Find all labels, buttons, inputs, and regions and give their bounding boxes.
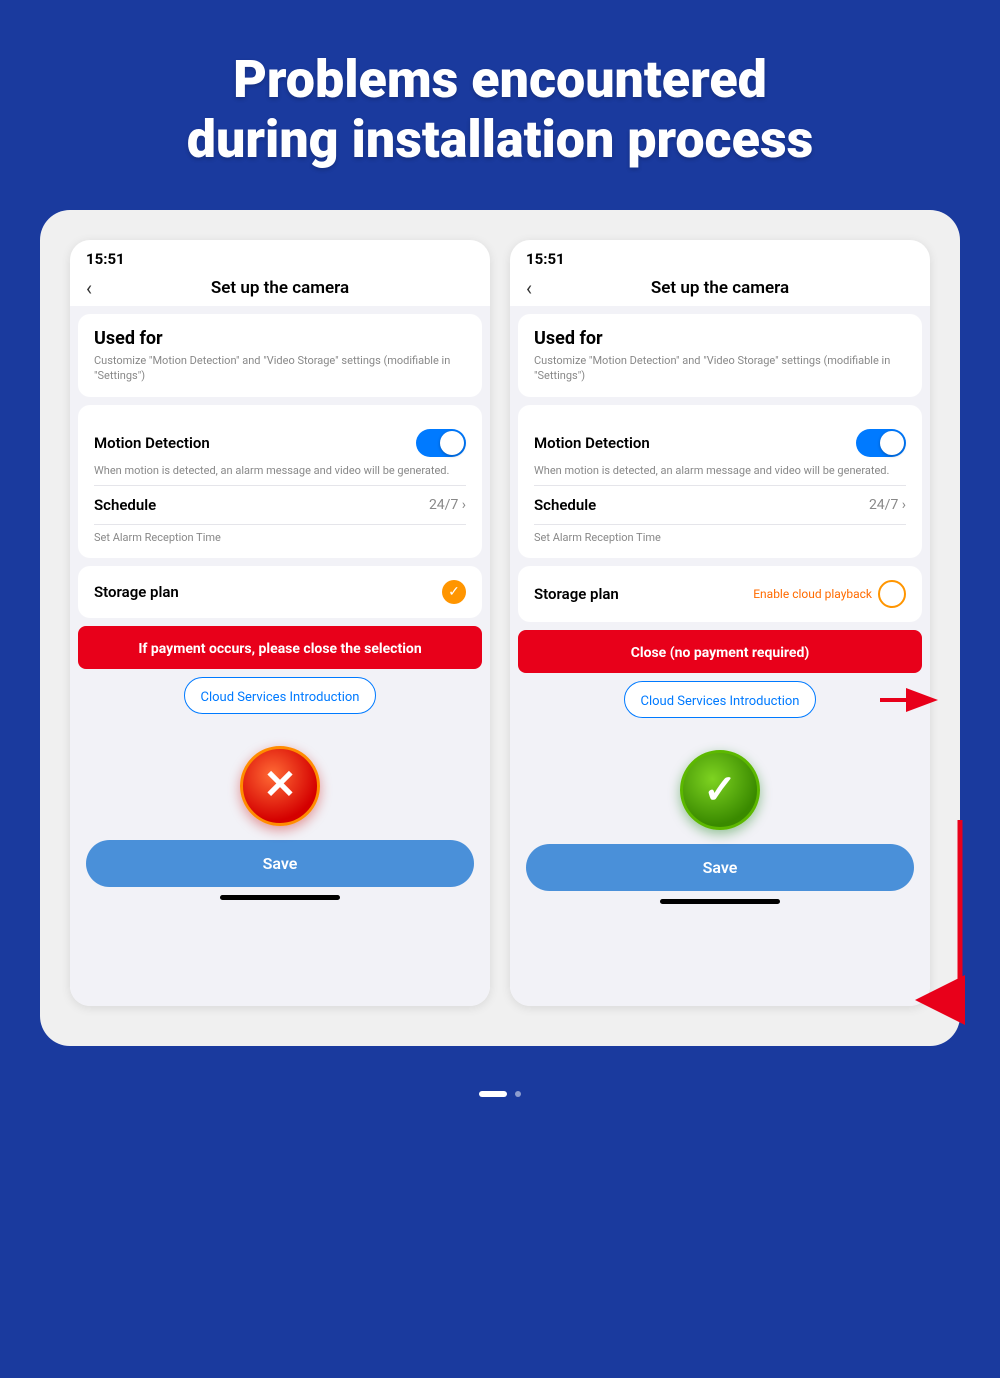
left-schedule-value: 24/7 › bbox=[429, 497, 466, 513]
right-nav-title: Set up the camera bbox=[651, 278, 789, 298]
right-cloud-intro-text: Cloud Services Introduction bbox=[641, 694, 800, 709]
right-motion-card: Motion Detection When motion is detected… bbox=[518, 405, 922, 557]
left-storage-card: Storage plan ✓ bbox=[78, 566, 482, 618]
main-title: Problems encountered during installation… bbox=[60, 50, 940, 170]
left-motion-toggle[interactable] bbox=[416, 429, 466, 457]
right-red-banner[interactable]: Close (no payment required) bbox=[518, 630, 922, 673]
left-error-icon: ✕ bbox=[240, 746, 320, 826]
right-motion-desc: When motion is detected, an alarm messag… bbox=[534, 463, 906, 484]
left-status-bar: 15:51 bbox=[70, 240, 490, 272]
arrow-to-storage bbox=[880, 680, 940, 720]
right-used-for-card: Used for Customize "Motion Detection" an… bbox=[518, 314, 922, 398]
left-cloud-intro-text: Cloud Services Introduction bbox=[201, 690, 360, 705]
nav-dot-active bbox=[479, 1091, 507, 1097]
left-storage-row: Storage plan ✓ bbox=[94, 580, 466, 604]
left-nav-bar: ‹ Set up the camera bbox=[70, 272, 490, 306]
left-schedule-label: Schedule bbox=[94, 496, 156, 514]
right-used-for-title: Used for bbox=[534, 328, 906, 349]
left-used-for-title: Used for bbox=[94, 328, 466, 349]
right-enable-cloud-text: Enable cloud playback bbox=[753, 587, 872, 601]
left-storage-label: Storage plan bbox=[94, 583, 179, 601]
bottom-nav-dots bbox=[479, 1076, 521, 1107]
left-red-banner[interactable]: If payment occurs, please close the sele… bbox=[78, 626, 482, 669]
right-storage-row: Storage plan Enable cloud playback bbox=[534, 580, 906, 608]
right-status-bar: 15:51 bbox=[510, 240, 930, 272]
left-motion-label: Motion Detection bbox=[94, 434, 210, 452]
right-used-for-subtitle: Customize "Motion Detection" and "Video … bbox=[534, 353, 906, 384]
left-cloud-intro-btn[interactable]: Cloud Services Introduction bbox=[184, 677, 377, 714]
right-storage-label: Storage plan bbox=[534, 585, 619, 603]
left-alarm-label: Set Alarm Reception Time bbox=[94, 525, 466, 544]
main-card: 15:51 ‹ Set up the camera Used for Custo… bbox=[40, 210, 960, 1046]
right-storage-toggle[interactable] bbox=[878, 580, 906, 608]
right-storage-card: Storage plan Enable cloud playback bbox=[518, 566, 922, 622]
right-motion-label: Motion Detection bbox=[534, 434, 650, 452]
right-schedule-label: Schedule bbox=[534, 496, 596, 514]
left-error-x: ✕ bbox=[263, 765, 297, 805]
left-storage-check: ✓ bbox=[442, 580, 466, 604]
right-toggle-knob bbox=[880, 431, 904, 455]
right-home-indicator bbox=[660, 899, 780, 904]
arrow-to-save bbox=[910, 820, 1000, 1040]
right-save-button[interactable]: Save bbox=[526, 844, 914, 891]
left-motion-desc: When motion is detected, an alarm messag… bbox=[94, 463, 466, 484]
right-alarm-label: Set Alarm Reception Time bbox=[534, 525, 906, 544]
right-save-btn-text: Save bbox=[703, 858, 738, 877]
right-back-arrow[interactable]: ‹ bbox=[526, 276, 532, 300]
left-back-arrow[interactable]: ‹ bbox=[86, 276, 92, 300]
left-schedule-row[interactable]: Schedule 24/7 › bbox=[94, 486, 466, 524]
left-icon-section: ✕ bbox=[78, 726, 482, 836]
left-used-for-card: Used for Customize "Motion Detection" an… bbox=[78, 314, 482, 398]
left-toggle-knob bbox=[440, 431, 464, 455]
header-section: Problems encountered during installation… bbox=[0, 0, 1000, 210]
right-icon-section: ✓ bbox=[518, 730, 922, 840]
left-motion-card: Motion Detection When motion is detected… bbox=[78, 405, 482, 557]
left-phone-content: Used for Customize "Motion Detection" an… bbox=[70, 306, 490, 1006]
right-motion-toggle[interactable] bbox=[856, 429, 906, 457]
right-phone-screen: 15:51 ‹ Set up the camera Used for Custo… bbox=[510, 240, 930, 1006]
right-phone-wrapper: 15:51 ‹ Set up the camera Used for Custo… bbox=[510, 240, 930, 1006]
right-success-icon: ✓ bbox=[680, 750, 760, 830]
left-phone-screen: 15:51 ‹ Set up the camera Used for Custo… bbox=[70, 240, 490, 1006]
right-motion-row: Motion Detection bbox=[534, 419, 906, 463]
left-motion-row: Motion Detection bbox=[94, 419, 466, 463]
nav-dot-inactive bbox=[515, 1091, 521, 1097]
left-used-for-subtitle: Customize "Motion Detection" and "Video … bbox=[94, 353, 466, 384]
right-phone-content: Used for Customize "Motion Detection" an… bbox=[510, 306, 930, 1006]
right-nav-bar: ‹ Set up the camera bbox=[510, 272, 930, 306]
left-home-indicator bbox=[220, 895, 340, 900]
right-schedule-row[interactable]: Schedule 24/7 › bbox=[534, 486, 906, 524]
right-red-banner-text: Close (no payment required) bbox=[631, 645, 810, 661]
left-save-button[interactable]: Save bbox=[86, 840, 474, 887]
left-save-btn-text: Save bbox=[263, 854, 298, 873]
right-success-check: ✓ bbox=[703, 766, 737, 813]
left-nav-title: Set up the camera bbox=[211, 278, 349, 298]
right-schedule-value: 24/7 › bbox=[869, 497, 906, 513]
right-cloud-intro-btn[interactable]: Cloud Services Introduction bbox=[624, 681, 817, 718]
phones-container: 15:51 ‹ Set up the camera Used for Custo… bbox=[65, 240, 935, 1006]
left-red-banner-text: If payment occurs, please close the sele… bbox=[138, 641, 421, 657]
